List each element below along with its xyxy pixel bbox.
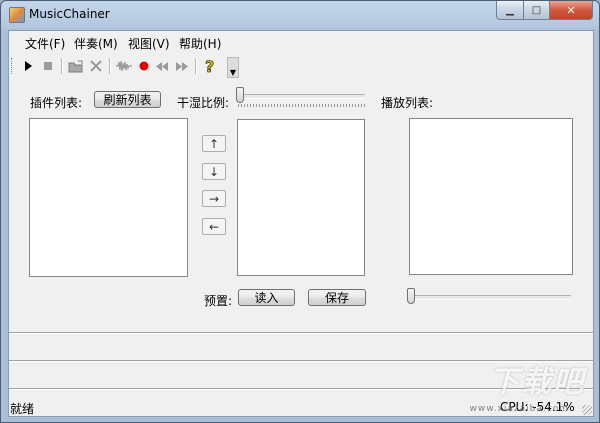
record-button[interactable] xyxy=(135,57,153,75)
toolbar: ? ▼ xyxy=(9,54,239,78)
window-title: MusicChainer xyxy=(29,7,110,21)
stop-icon xyxy=(44,62,52,70)
menu-accompaniment[interactable]: 伴奏(M) xyxy=(74,35,118,52)
chain-listbox[interactable] xyxy=(237,119,365,276)
toolbar-separator xyxy=(61,58,63,74)
open-button[interactable] xyxy=(67,57,85,75)
help-icon: ? xyxy=(205,58,215,74)
maximize-icon: □ xyxy=(531,4,542,16)
dry-wet-slider-ticks xyxy=(238,104,365,107)
menu-view[interactable]: 视图(V) xyxy=(128,35,170,52)
toolbar-separator xyxy=(109,58,111,74)
move-down-button[interactable]: ↓ xyxy=(202,163,226,180)
app-window: MusicChainer ▁ □ ✕ 文件(F) 伴奏(M) 视图(V) 帮助(… xyxy=(0,0,600,423)
toolbar-grip[interactable] xyxy=(11,58,14,74)
play-icon xyxy=(25,61,32,71)
minimize-icon: ▁ xyxy=(506,4,514,16)
stop-button[interactable] xyxy=(39,57,57,75)
move-left-button[interactable]: ← xyxy=(202,218,226,235)
delete-button[interactable] xyxy=(87,57,105,75)
chevron-down-icon: ▼ xyxy=(229,68,237,77)
title-bar[interactable]: MusicChainer ▁ □ ✕ xyxy=(1,1,599,29)
close-button[interactable]: ✕ xyxy=(550,1,593,20)
preset-label: 预置: xyxy=(204,294,233,308)
dry-wet-slider-thumb[interactable] xyxy=(236,87,244,103)
playlist-label: 播放列表: xyxy=(381,96,434,110)
move-up-button[interactable]: ↑ xyxy=(202,135,226,152)
volume-slider-thumb[interactable] xyxy=(407,288,415,304)
waveform-icon xyxy=(116,60,132,72)
fast-forward-icon xyxy=(176,61,188,71)
resize-grip[interactable] xyxy=(582,405,592,415)
open-folder-icon xyxy=(68,60,83,72)
waveform-button[interactable] xyxy=(115,57,133,75)
preset-load-button[interactable]: 读入 xyxy=(238,289,295,306)
help-button[interactable]: ? xyxy=(201,57,219,75)
separator-line xyxy=(9,332,593,334)
maximize-button[interactable]: □ xyxy=(524,1,550,20)
fast-forward-button[interactable] xyxy=(173,57,191,75)
menu-bar: 文件(F) 伴奏(M) 视图(V) 帮助(H) xyxy=(9,31,593,53)
menu-file[interactable]: 文件(F) xyxy=(25,35,65,52)
dry-wet-slider-track[interactable] xyxy=(238,94,365,99)
toolbar-overflow-button[interactable]: ▼ xyxy=(227,57,239,78)
move-right-button[interactable]: → xyxy=(202,190,226,207)
dry-wet-label: 干湿比例: xyxy=(177,96,230,110)
refresh-list-button[interactable]: 刷新列表 xyxy=(94,91,161,108)
menu-help[interactable]: 帮助(H) xyxy=(179,35,221,52)
play-button[interactable] xyxy=(19,57,37,75)
plugin-list-label: 插件列表: xyxy=(30,96,83,110)
rewind-button[interactable] xyxy=(153,57,171,75)
svg-text:?: ? xyxy=(205,58,214,74)
playlist-listbox[interactable] xyxy=(409,118,573,275)
delete-icon xyxy=(90,60,102,72)
minimize-button[interactable]: ▁ xyxy=(496,1,524,20)
status-text: 就绪 xyxy=(10,402,35,416)
rewind-icon xyxy=(156,61,168,71)
caption-buttons: ▁ □ ✕ xyxy=(496,1,593,20)
watermark-url: www.xiazaiba.com xyxy=(469,404,569,414)
preset-save-button[interactable]: 保存 xyxy=(308,289,366,306)
close-icon: ✕ xyxy=(566,3,576,17)
plugin-listbox[interactable] xyxy=(29,118,188,277)
toolbar-separator xyxy=(195,58,197,74)
watermark-logo: 下载吧 xyxy=(489,365,585,400)
volume-slider-track[interactable] xyxy=(409,295,571,300)
app-icon[interactable] xyxy=(9,7,25,23)
record-icon xyxy=(139,61,149,71)
